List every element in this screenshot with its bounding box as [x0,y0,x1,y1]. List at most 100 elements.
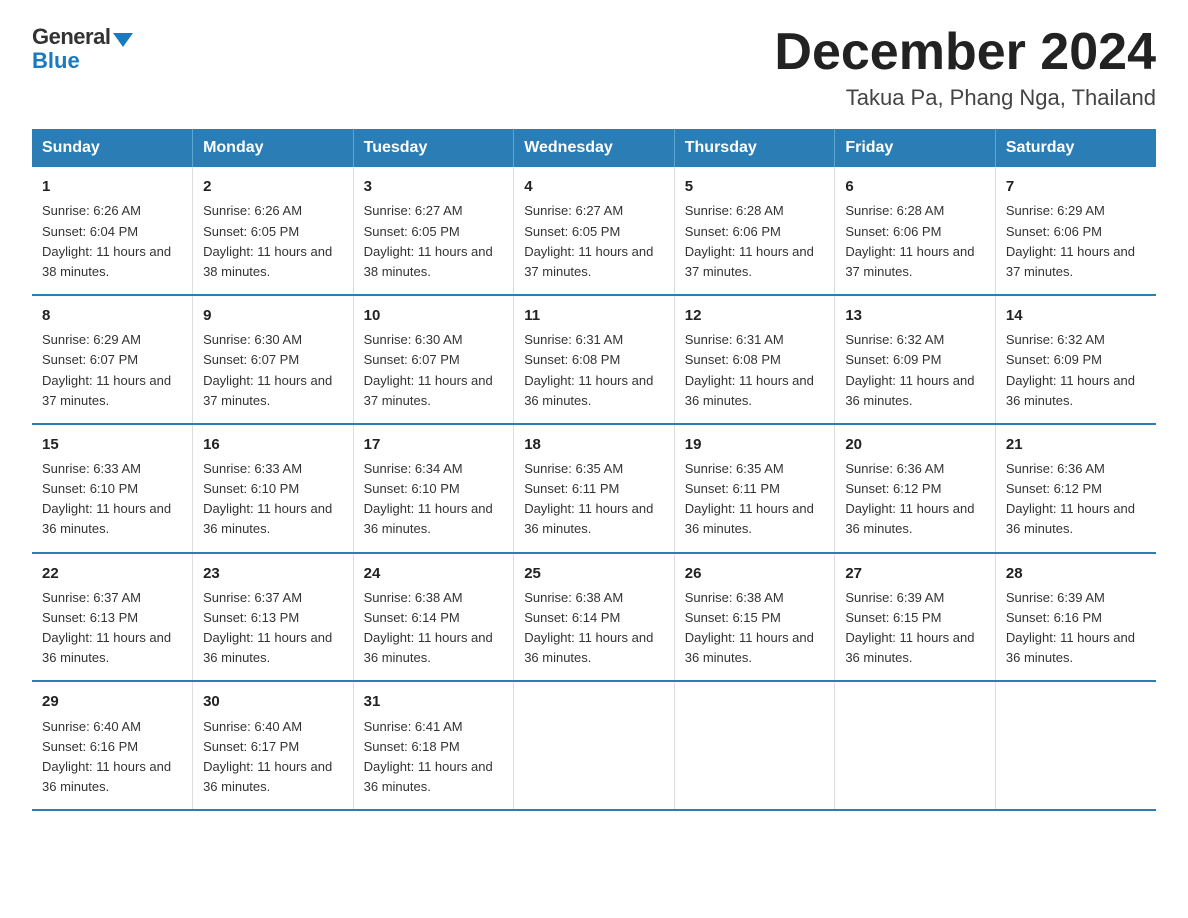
table-row: 12Sunrise: 6:31 AMSunset: 6:08 PMDayligh… [674,295,835,424]
day-number: 29 [42,690,182,713]
table-row: 7 Sunrise: 6:29 AMSunset: 6:06 PMDaylight… [995,167,1156,295]
day-info: Sunrise: 6:34 AMSunset: 6:10 PMDaylight:… [364,459,504,540]
table-row: 29 Sunrise: 6:40 AMSunset: 6:16 PMDayligh… [32,681,193,810]
table-row: 30 Sunrise: 6:40 AMSunset: 6:17 PMDayligh… [193,681,354,810]
day-number: 27 [845,562,985,585]
table-row: 4Sunrise: 6:27 AMSunset: 6:05 PMDaylight… [514,167,675,295]
day-number: 10 [364,304,504,327]
day-number: 11 [524,304,664,327]
day-info: Sunrise: 6:29 AMSunset: 6:07 PMDaylight:… [42,330,182,411]
day-number: 20 [845,433,985,456]
table-row: 10 Sunrise: 6:30 AMSunset: 6:07 PMDayligh… [353,295,514,424]
day-number: 26 [685,562,825,585]
table-row: 11 Sunrise: 6:31 AMSunset: 6:08 PMDayligh… [514,295,675,424]
day-info: Sunrise: 6:35 AMSunset: 6:11 PMDaylight:… [524,459,664,540]
day-info: Sunrise: 6:33 AMSunset: 6:10 PMDaylight:… [203,459,343,540]
day-number: 31 [364,690,504,713]
col-monday: Monday [193,129,354,167]
day-info: Sunrise: 6:38 AMSunset: 6:14 PMDaylight:… [364,588,504,669]
table-row: 27Sunrise: 6:39 AMSunset: 6:15 PMDayligh… [835,553,996,682]
day-number: 14 [1006,304,1146,327]
calendar-table: Sunday Monday Tuesday Wednesday Thursday… [32,129,1156,811]
table-row: 21 Sunrise: 6:36 AMSunset: 6:12 PMDayligh… [995,424,1156,553]
day-number: 28 [1006,562,1146,585]
day-info: Sunrise: 6:32 AMSunset: 6:09 PMDaylight:… [1006,330,1146,411]
calendar-header-row: Sunday Monday Tuesday Wednesday Thursday… [32,129,1156,167]
table-row: 15 Sunrise: 6:33 AMSunset: 6:10 PMDayligh… [32,424,193,553]
day-info: Sunrise: 6:39 AMSunset: 6:16 PMDaylight:… [1006,588,1146,669]
col-wednesday: Wednesday [514,129,675,167]
day-number: 15 [42,433,182,456]
table-row [674,681,835,810]
table-row: 13 Sunrise: 6:32 AMSunset: 6:09 PMDayligh… [835,295,996,424]
day-number: 3 [364,175,504,198]
calendar-week-row: 15 Sunrise: 6:33 AMSunset: 6:10 PMDayligh… [32,424,1156,553]
day-info: Sunrise: 6:38 AMSunset: 6:15 PMDaylight:… [685,588,825,669]
day-number: 23 [203,562,343,585]
day-number: 16 [203,433,343,456]
day-info: Sunrise: 6:26 AMSunset: 6:04 PMDaylight:… [42,201,182,282]
day-info: Sunrise: 6:31 AMSunset: 6:08 PMDaylight:… [524,330,664,411]
day-info: Sunrise: 6:26 AMSunset: 6:05 PMDaylight:… [203,201,343,282]
day-number: 25 [524,562,664,585]
col-saturday: Saturday [995,129,1156,167]
day-info: Sunrise: 6:32 AMSunset: 6:09 PMDaylight:… [845,330,985,411]
day-number: 1 [42,175,182,198]
calendar-week-row: 8 Sunrise: 6:29 AMSunset: 6:07 PMDaylight… [32,295,1156,424]
calendar-week-row: 22 Sunrise: 6:37 AMSunset: 6:13 PMDayligh… [32,553,1156,682]
table-row: 26 Sunrise: 6:38 AMSunset: 6:15 PMDayligh… [674,553,835,682]
day-number: 8 [42,304,182,327]
day-number: 30 [203,690,343,713]
day-info: Sunrise: 6:36 AMSunset: 6:12 PMDaylight:… [1006,459,1146,540]
table-row: 25 Sunrise: 6:38 AMSunset: 6:14 PMDayligh… [514,553,675,682]
table-row: 14 Sunrise: 6:32 AMSunset: 6:09 PMDayligh… [995,295,1156,424]
table-row: 6 Sunrise: 6:28 AMSunset: 6:06 PMDaylight… [835,167,996,295]
day-number: 2 [203,175,343,198]
logo: General Blue [32,24,133,74]
table-row: 19 Sunrise: 6:35 AMSunset: 6:11 PMDayligh… [674,424,835,553]
day-info: Sunrise: 6:30 AMSunset: 6:07 PMDaylight:… [203,330,343,411]
day-number: 6 [845,175,985,198]
day-info: Sunrise: 6:28 AMSunset: 6:06 PMDaylight:… [845,201,985,282]
table-row: 16 Sunrise: 6:33 AMSunset: 6:10 PMDayligh… [193,424,354,553]
day-info: Sunrise: 6:30 AMSunset: 6:07 PMDaylight:… [364,330,504,411]
table-row: 3Sunrise: 6:27 AMSunset: 6:05 PMDaylight… [353,167,514,295]
day-number: 22 [42,562,182,585]
table-row: 22 Sunrise: 6:37 AMSunset: 6:13 PMDayligh… [32,553,193,682]
logo-blue-text: Blue [32,48,80,74]
day-info: Sunrise: 6:40 AMSunset: 6:16 PMDaylight:… [42,717,182,798]
day-info: Sunrise: 6:29 AMSunset: 6:06 PMDaylight:… [1006,201,1146,282]
table-row: 2 Sunrise: 6:26 AMSunset: 6:05 PMDaylight… [193,167,354,295]
day-info: Sunrise: 6:28 AMSunset: 6:06 PMDaylight:… [685,201,825,282]
title-section: December 2024 Takua Pa, Phang Nga, Thail… [774,24,1156,111]
calendar-week-row: 1 Sunrise: 6:26 AMSunset: 6:04 PMDaylight… [32,167,1156,295]
day-info: Sunrise: 6:33 AMSunset: 6:10 PMDaylight:… [42,459,182,540]
day-number: 13 [845,304,985,327]
day-number: 5 [685,175,825,198]
logo-general-text: General [32,24,110,50]
table-row: 18Sunrise: 6:35 AMSunset: 6:11 PMDayligh… [514,424,675,553]
day-info: Sunrise: 6:38 AMSunset: 6:14 PMDaylight:… [524,588,664,669]
table-row: 24Sunrise: 6:38 AMSunset: 6:14 PMDayligh… [353,553,514,682]
day-info: Sunrise: 6:40 AMSunset: 6:17 PMDaylight:… [203,717,343,798]
table-row [514,681,675,810]
page-header: General Blue December 2024 Takua Pa, Pha… [32,24,1156,111]
day-info: Sunrise: 6:27 AMSunset: 6:05 PMDaylight:… [524,201,664,282]
col-friday: Friday [835,129,996,167]
day-number: 9 [203,304,343,327]
logo-arrow-icon [113,33,133,47]
day-info: Sunrise: 6:37 AMSunset: 6:13 PMDaylight:… [42,588,182,669]
month-year-title: December 2024 [774,24,1156,81]
calendar-week-row: 29 Sunrise: 6:40 AMSunset: 6:16 PMDayligh… [32,681,1156,810]
day-info: Sunrise: 6:41 AMSunset: 6:18 PMDaylight:… [364,717,504,798]
day-number: 17 [364,433,504,456]
day-info: Sunrise: 6:37 AMSunset: 6:13 PMDaylight:… [203,588,343,669]
table-row: 20 Sunrise: 6:36 AMSunset: 6:12 PMDayligh… [835,424,996,553]
col-thursday: Thursday [674,129,835,167]
day-number: 19 [685,433,825,456]
day-number: 21 [1006,433,1146,456]
day-number: 7 [1006,175,1146,198]
day-info: Sunrise: 6:35 AMSunset: 6:11 PMDaylight:… [685,459,825,540]
day-info: Sunrise: 6:36 AMSunset: 6:12 PMDaylight:… [845,459,985,540]
table-row: 9 Sunrise: 6:30 AMSunset: 6:07 PMDaylight… [193,295,354,424]
